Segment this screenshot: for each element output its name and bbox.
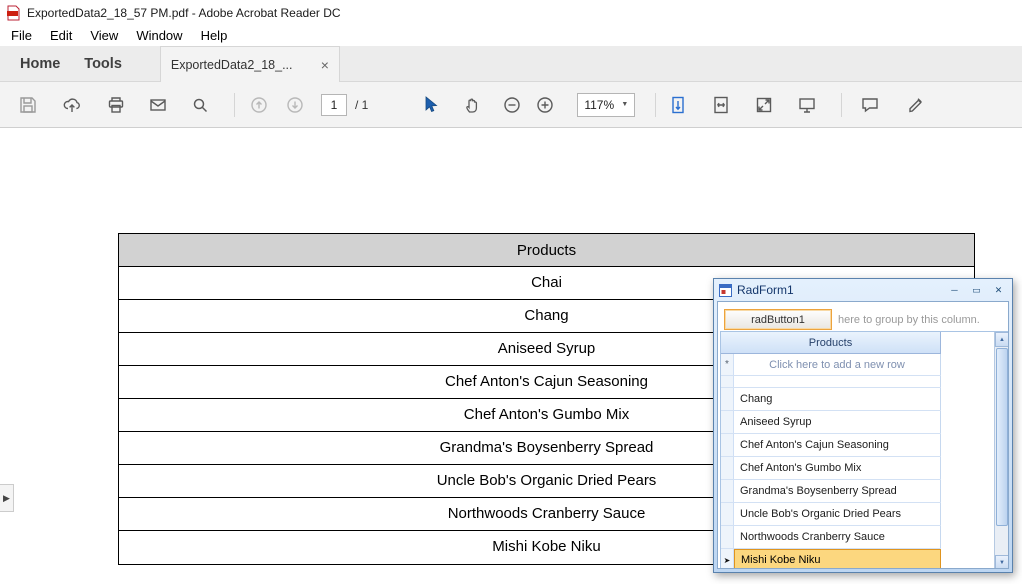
expand-arrow-icon: ▶ (3, 493, 10, 504)
grid-row-selected[interactable]: ➤ Mishi Kobe Niku (721, 549, 941, 569)
radform-title: RadForm1 (737, 283, 941, 297)
maximize-icon[interactable]: ▭ (968, 283, 985, 297)
grid-add-new-row[interactable]: * Click here to add a new row (721, 354, 941, 376)
acrobat-reader-window: ExportedData2_18_57 PM.pdf - Adobe Acrob… (0, 0, 1022, 584)
grid-group-panel-hint: here to group by this column. (838, 314, 980, 326)
grid-rows: * Click here to add a new row Chang Anis… (721, 354, 941, 569)
zoom-out-icon[interactable] (502, 95, 522, 115)
current-row-arrow-icon: ➤ (721, 549, 734, 569)
menu-file[interactable]: File (2, 28, 41, 43)
radform-window: RadForm1 ─ ▭ ✕ radButton1 here to group … (713, 278, 1013, 573)
toolbar-separator (655, 93, 656, 117)
zoom-level-value: 117% (584, 98, 615, 112)
grid-row[interactable]: Uncle Bob's Organic Dried Pears (721, 503, 941, 526)
zoom-level-dropdown[interactable]: 117% ▼ (577, 93, 635, 117)
highlight-icon[interactable] (906, 95, 926, 115)
toolbar-separator (234, 93, 235, 117)
rad-grid-view: Products * Click here to add a new row C… (720, 331, 1009, 569)
radform-client-area: radButton1 here to group by this column.… (717, 301, 1009, 569)
grid-row[interactable] (721, 376, 941, 388)
email-icon[interactable] (148, 95, 168, 115)
comment-icon[interactable] (860, 95, 880, 115)
tab-tools[interactable]: Tools (72, 56, 134, 72)
pdf-table-header: Products (119, 234, 974, 267)
grid-row[interactable]: Grandma's Boysenberry Spread (721, 480, 941, 503)
scrollbar-thumb[interactable] (996, 348, 1008, 526)
radform-app-icon (719, 284, 732, 297)
grid-row[interactable]: Aniseed Syrup (721, 411, 941, 434)
chevron-down-icon: ▼ (621, 101, 628, 108)
page-total-label: / 1 (355, 98, 368, 112)
save-icon[interactable] (18, 95, 38, 115)
minimize-icon[interactable]: ─ (946, 283, 963, 297)
document-tab[interactable]: ExportedData2_18_... × (160, 46, 340, 82)
acrobat-pdf-icon (6, 5, 21, 21)
page-scrolling-mode-icon[interactable] (668, 95, 688, 115)
print-icon[interactable] (106, 95, 126, 115)
page-number-input[interactable] (321, 94, 347, 116)
previous-page-icon[interactable] (249, 95, 269, 115)
cloud-upload-icon[interactable] (62, 95, 82, 115)
close-icon[interactable]: ✕ (990, 283, 1007, 297)
tab-bar: Home Tools ExportedData2_18_... × (0, 46, 1022, 82)
title-bar[interactable]: ExportedData2_18_57 PM.pdf - Adobe Acrob… (0, 0, 1022, 25)
toolbar-separator (841, 93, 842, 117)
window-title: ExportedData2_18_57 PM.pdf - Adobe Acrob… (27, 6, 341, 20)
tab-home[interactable]: Home (8, 56, 72, 72)
document-tab-label: ExportedData2_18_... (171, 58, 313, 72)
menu-window[interactable]: Window (127, 28, 191, 43)
actual-size-icon[interactable] (754, 95, 774, 115)
grid-vertical-scrollbar[interactable]: ▲ ▼ (994, 332, 1009, 569)
zoom-in-icon[interactable] (535, 95, 555, 115)
grid-column-header-products[interactable]: Products (721, 332, 941, 354)
scroll-down-icon[interactable]: ▼ (995, 555, 1009, 569)
new-row-star-icon: * (721, 354, 734, 375)
grid-row[interactable]: Chef Anton's Gumbo Mix (721, 457, 941, 480)
menu-help[interactable]: Help (192, 28, 237, 43)
hand-tool-icon[interactable] (462, 95, 482, 115)
select-tool-icon[interactable] (420, 95, 440, 115)
rad-button1[interactable]: radButton1 (724, 309, 832, 330)
scroll-up-icon[interactable]: ▲ (995, 332, 1009, 347)
reading-mode-icon[interactable] (797, 95, 817, 115)
fit-page-icon[interactable] (711, 95, 731, 115)
grid-row[interactable]: Chef Anton's Cajun Seasoning (721, 434, 941, 457)
menu-bar: File Edit View Window Help (0, 25, 1022, 46)
menu-view[interactable]: View (81, 28, 127, 43)
radform-title-bar[interactable]: RadForm1 ─ ▭ ✕ (714, 279, 1012, 301)
add-new-row-label: Click here to add a new row (734, 354, 941, 375)
search-icon[interactable] (190, 95, 210, 115)
navigation-pane-toggle[interactable]: ▶ (0, 484, 14, 512)
grid-row[interactable]: Northwoods Cranberry Sauce (721, 526, 941, 549)
next-page-icon[interactable] (285, 95, 305, 115)
tab-close-icon[interactable]: × (321, 58, 329, 72)
grid-row[interactable]: Chang (721, 388, 941, 411)
main-toolbar: / 1 117% ▼ (0, 82, 1022, 128)
menu-edit[interactable]: Edit (41, 28, 81, 43)
